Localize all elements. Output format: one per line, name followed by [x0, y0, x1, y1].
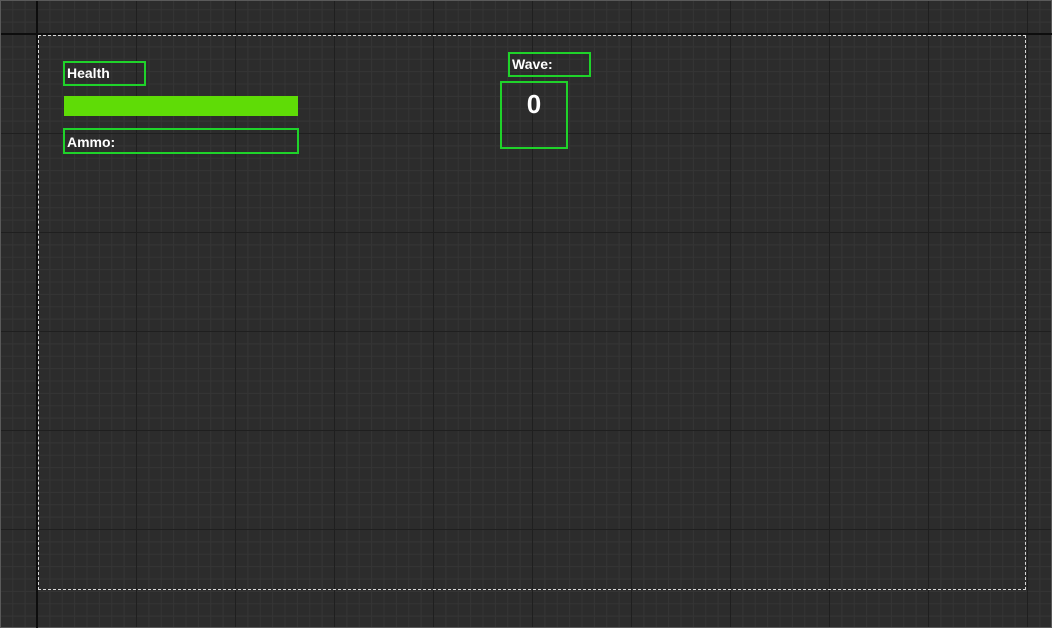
health-progress-fill	[64, 96, 298, 116]
wave-counter[interactable]: 0	[500, 81, 568, 149]
ammo-label-text: Ammo:	[67, 134, 116, 150]
ammo-label[interactable]: Ammo:	[63, 128, 299, 154]
wave-label[interactable]: Wave:	[508, 52, 591, 77]
health-label-text: Health	[67, 65, 110, 81]
health-label[interactable]: Health	[63, 61, 146, 86]
designer-canvas[interactable]: Health Ammo: Wave: 0	[0, 0, 1052, 628]
wave-label-text: Wave:	[512, 56, 553, 72]
health-progress-bar[interactable]	[64, 96, 298, 116]
wave-counter-text: 0	[526, 89, 542, 119]
